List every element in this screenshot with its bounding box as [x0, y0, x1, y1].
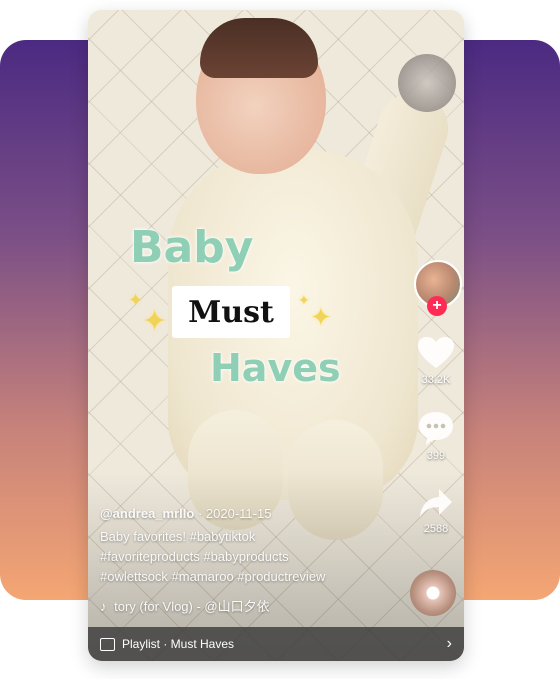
caption-author-line: @andrea_mrllo · 2020-11-15 [100, 506, 271, 521]
chevron-right-icon[interactable]: › [447, 635, 452, 653]
creator-username[interactable]: @andrea_mrllo [100, 506, 194, 521]
sparkle-icon: ✦ [298, 292, 310, 308]
overlay-text-haves: Haves [210, 346, 341, 390]
sparkle-icon: ✦ [128, 290, 144, 310]
playlist-icon [100, 637, 115, 651]
caption-line-2: #favoriteproducts #babyproducts [100, 549, 289, 564]
playlist-label: Playlist · Must Haves [122, 637, 235, 651]
like-count: 33.2K [421, 374, 451, 386]
effect-thumbnail[interactable] [398, 54, 456, 112]
caption-line-1: Baby favorites! #babytiktok [100, 529, 256, 544]
caption-line-3: #owlettsock #mamaroo #productreview [100, 569, 326, 584]
video-scene-hair [200, 18, 318, 78]
comment-icon[interactable] [416, 410, 456, 446]
follow-plus-icon[interactable]: + [427, 296, 447, 316]
share-count: 2588 [423, 523, 449, 535]
heart-icon[interactable] [414, 336, 458, 372]
share-icon[interactable] [418, 488, 454, 520]
video-frame[interactable]: Baby Must Haves ✦ ✦ ✦ ✦ + 33.2K 399 2588… [88, 10, 464, 661]
music-title: tory (for Vlog) - @山口夕依 [114, 599, 270, 614]
post-date: · 2020-11-15 [197, 506, 272, 521]
comment-count: 399 [426, 450, 446, 462]
overlay-text-baby: Baby [130, 222, 254, 273]
music-line[interactable]: ♪ tory (for Vlog) - @山口夕依 [100, 596, 270, 615]
sparkle-icon: ✦ [142, 305, 168, 338]
sparkle-icon: ✦ [310, 302, 332, 332]
overlay-text-must: Must [188, 294, 274, 330]
playlist-bar[interactable]: Playlist · Must Haves › [88, 627, 464, 661]
music-note-icon: ♪ [100, 599, 107, 614]
overlay-must-box: Must [172, 286, 290, 338]
music-disc-icon[interactable] [410, 570, 456, 616]
